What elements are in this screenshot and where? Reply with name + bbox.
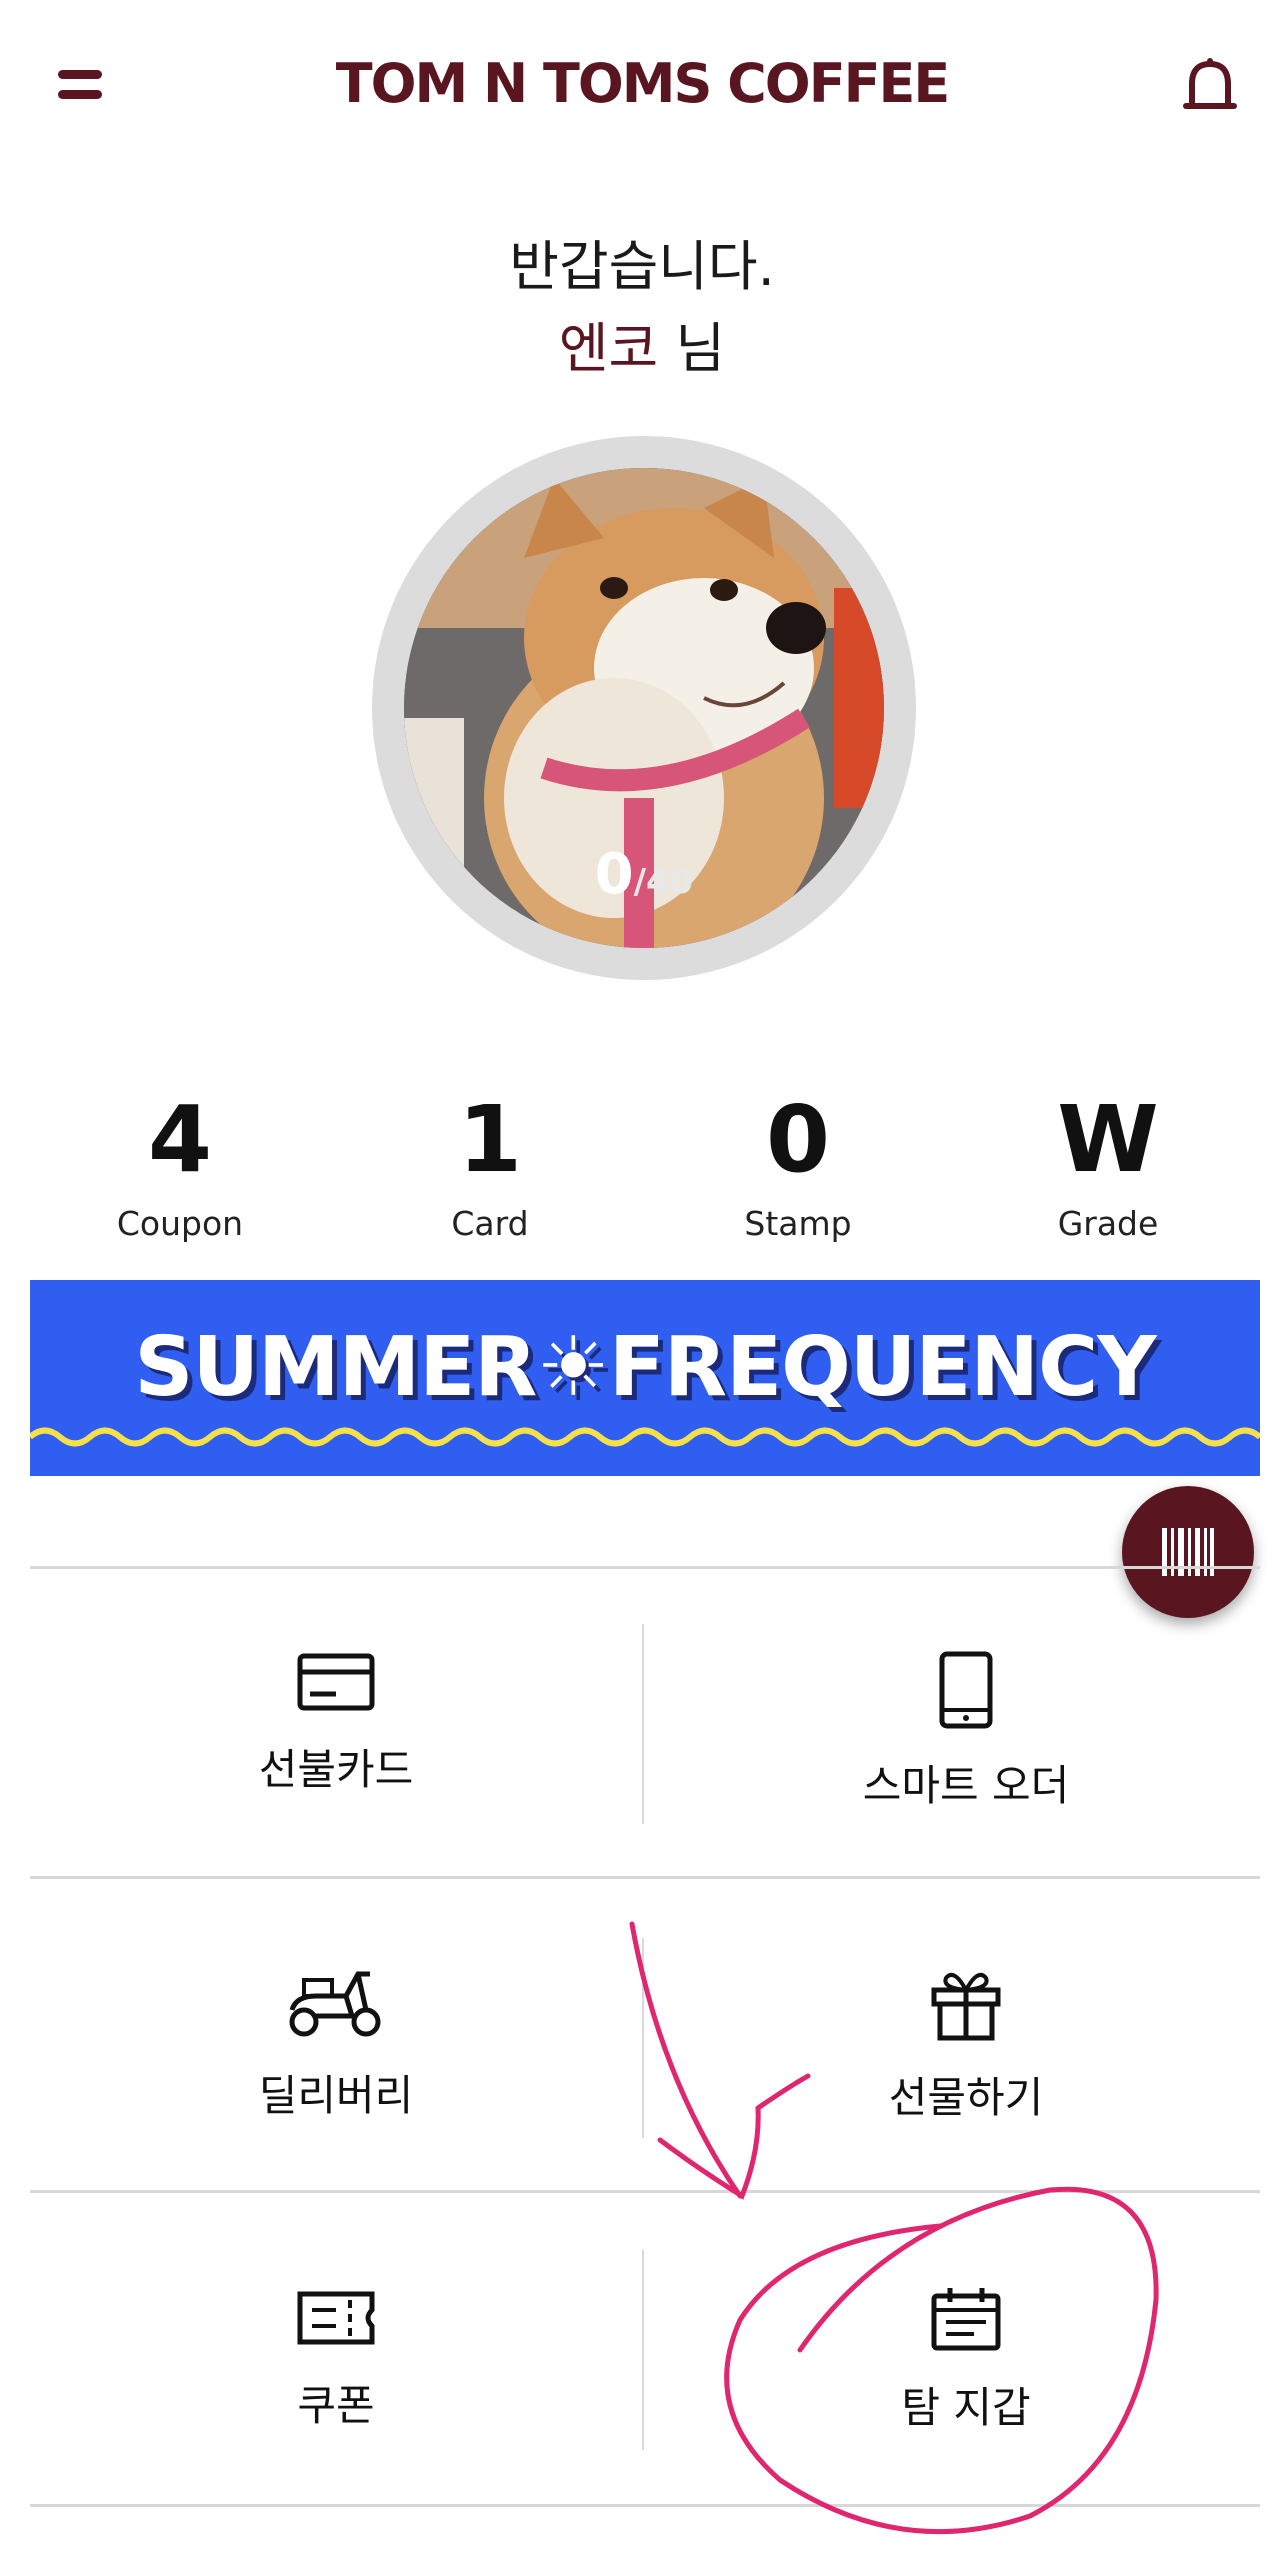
annotation-overlay <box>629 1921 1159 2535</box>
